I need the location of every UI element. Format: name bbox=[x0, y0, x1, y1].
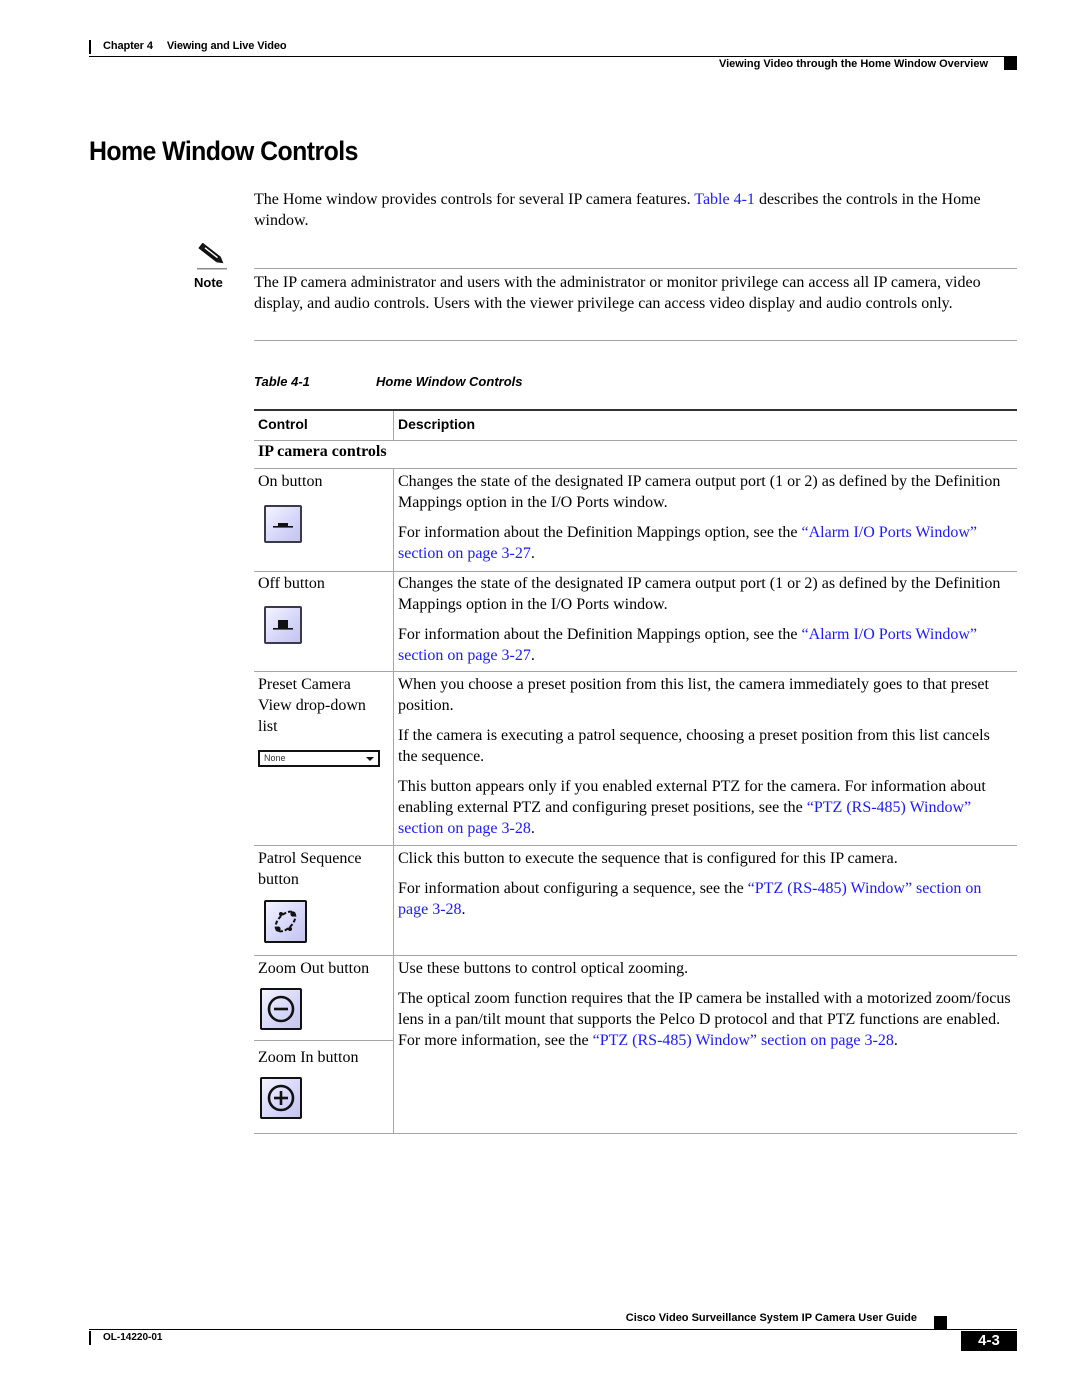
control-description: Use these buttons to control optical zoo… bbox=[398, 958, 1013, 1060]
note-top-rule bbox=[254, 268, 1017, 269]
table-header-rule bbox=[254, 440, 1017, 441]
footer-bar-mark bbox=[89, 1331, 91, 1345]
pencil-icon bbox=[196, 242, 228, 271]
column-divider bbox=[393, 572, 394, 671]
description-text: If the camera is executing a patrol sequ… bbox=[398, 727, 990, 765]
section-title: Viewing Video through the Home Window Ov… bbox=[718, 58, 988, 70]
description-text-part: For information about the Definition Map… bbox=[398, 524, 802, 541]
description-text: This button appears only if you enabled … bbox=[398, 776, 1013, 839]
header-rule bbox=[89, 56, 1017, 57]
guide-title: Cisco Video Surveillance System IP Camer… bbox=[625, 1312, 917, 1324]
column-divider bbox=[393, 672, 394, 845]
description-text: Changes the state of the designated IP c… bbox=[398, 575, 1001, 613]
description-text: Click this button to execute the sequenc… bbox=[398, 850, 898, 867]
description-text: The optical zoom function requires that … bbox=[398, 988, 1013, 1051]
chapter-heading: Chapter 4 Viewing and Live Video bbox=[103, 40, 287, 52]
footer-rule bbox=[89, 1329, 1017, 1330]
row-rule bbox=[254, 671, 1017, 672]
table-link[interactable]: Table 4-1 bbox=[694, 191, 755, 208]
description-text-part: For information about the Definition Map… bbox=[398, 626, 802, 643]
column-divider bbox=[393, 411, 394, 440]
row-rule bbox=[254, 1040, 393, 1041]
group-title: IP camera controls bbox=[258, 443, 387, 460]
ptz-window-link[interactable]: “PTZ (RS-485) Window” section on page 3-… bbox=[593, 1032, 894, 1049]
description-text: For information about configuring a sequ… bbox=[398, 878, 1013, 920]
document-number: OL-14220-01 bbox=[103, 1332, 163, 1343]
intro-text: The Home window provides controls for se… bbox=[254, 191, 695, 208]
control-description: Click this button to execute the sequenc… bbox=[398, 848, 1013, 929]
group-rule bbox=[254, 468, 1017, 469]
description-text: For information about the Definition Map… bbox=[398, 624, 1013, 666]
description-text-part: . bbox=[893, 1032, 898, 1049]
patrol-sequence-icon bbox=[264, 900, 307, 943]
intro-paragraph: The Home window provides controls for se… bbox=[254, 189, 1018, 231]
column-header-description: Description bbox=[398, 416, 476, 432]
column-header-control: Control bbox=[258, 416, 308, 432]
table-header-row: Control Description bbox=[254, 411, 1017, 440]
column-divider bbox=[393, 956, 394, 1133]
chevron-down-icon bbox=[366, 757, 374, 761]
note-label: Note bbox=[194, 275, 223, 290]
footer-block-mark bbox=[934, 1316, 947, 1330]
description-text: Changes the state of the designated IP c… bbox=[398, 473, 1001, 511]
control-description: Changes the state of the designated IP c… bbox=[398, 471, 1013, 573]
page-title: Home Window Controls bbox=[89, 136, 358, 166]
control-name: Preset Camera View drop-down list bbox=[258, 676, 366, 735]
page-number: 4-3 bbox=[961, 1331, 1017, 1351]
description-text-part: . bbox=[530, 647, 535, 664]
description-text: Use these buttons to control optical zoo… bbox=[398, 960, 689, 977]
table-caption-number: Table 4-1 bbox=[254, 374, 310, 389]
chapter-title: Viewing and Live Video bbox=[166, 40, 287, 52]
note-text: The IP camera administrator and users wi… bbox=[254, 274, 981, 312]
control-name: Zoom Out button bbox=[258, 960, 370, 977]
dropdown-value: None bbox=[264, 753, 286, 763]
preset-camera-view-dropdown: None bbox=[258, 750, 380, 767]
description-text-part: . bbox=[461, 901, 466, 918]
control-name: Patrol Sequence button bbox=[258, 850, 362, 888]
on-button-icon bbox=[264, 505, 302, 543]
note-bottom-rule bbox=[254, 340, 1017, 341]
control-name: Zoom In button bbox=[258, 1049, 359, 1066]
column-divider bbox=[393, 469, 394, 571]
table-caption: Table 4-1 Home Window Controls bbox=[254, 374, 523, 389]
zoom-out-icon bbox=[260, 988, 302, 1030]
row-rule bbox=[254, 955, 1017, 956]
row-rule bbox=[254, 571, 1017, 572]
table-bottom-rule bbox=[254, 1133, 1017, 1134]
header-bar-mark bbox=[89, 40, 91, 54]
control-description: Changes the state of the designated IP c… bbox=[398, 573, 1013, 675]
description-text-part: . bbox=[530, 820, 535, 837]
control-name: Off button bbox=[258, 575, 325, 592]
description-text-part: For information about configuring a sequ… bbox=[398, 880, 748, 897]
description-text: For information about the Definition Map… bbox=[398, 522, 1013, 564]
row-rule bbox=[254, 845, 1017, 846]
header-block-mark bbox=[1004, 57, 1017, 70]
off-button-icon bbox=[264, 606, 302, 644]
control-name: On button bbox=[258, 473, 323, 490]
description-text: When you choose a preset position from t… bbox=[398, 676, 989, 714]
description-text-part: . bbox=[530, 545, 535, 562]
column-divider bbox=[393, 846, 394, 955]
chapter-label: Chapter 4 bbox=[103, 40, 153, 52]
table-caption-title: Home Window Controls bbox=[376, 374, 523, 389]
control-description: When you choose a preset position from t… bbox=[398, 674, 1013, 848]
zoom-in-icon bbox=[260, 1077, 302, 1119]
